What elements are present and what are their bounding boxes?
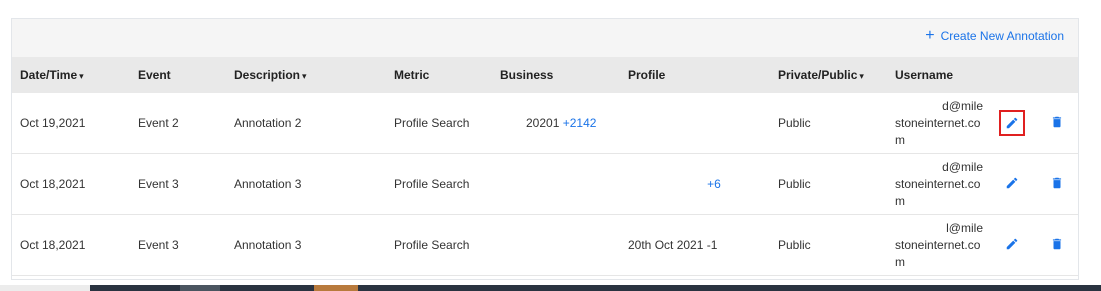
cell-privacy: Public [770, 153, 887, 215]
cell-profile: +6 [620, 153, 770, 215]
cell-username: l@mile stoneinternet.co m [887, 214, 990, 276]
cell-privacy: Public [770, 214, 887, 276]
profile-more-link[interactable]: +6 [707, 177, 721, 191]
cell-description: Annotation 3 [226, 214, 386, 276]
col-username: Username [887, 57, 990, 93]
pencil-icon [1006, 117, 1018, 129]
edit-button[interactable] [999, 110, 1025, 136]
business-more-link[interactable]: +2142 [563, 116, 597, 130]
table-row: Oct 18,2021 Event 3 Annotation 3 Profile… [12, 214, 1078, 276]
table-header-row: Date/Time ▾ Event Description ▾ Metric Bus… [12, 57, 1078, 93]
cell-metric: Profile Search [386, 153, 492, 215]
cell-event: Event 3 [130, 214, 226, 276]
taskbar-active-tab[interactable] [314, 285, 358, 291]
col-metric: Metric [386, 57, 492, 93]
create-annotation-label: Create New Annotation [940, 29, 1064, 43]
cell-edit [990, 153, 1034, 215]
pencil-icon [1006, 238, 1018, 249]
col-event: Event [130, 57, 226, 93]
table-row: Oct 18,2021 Event 3 Annotation 3 Profile… [12, 153, 1078, 215]
edit-button[interactable] [1005, 237, 1019, 251]
cell-metric: Profile Search [386, 93, 492, 154]
cell-delete [1034, 214, 1078, 276]
cell-business [492, 153, 620, 215]
cell-event: Event 2 [130, 93, 226, 154]
delete-button[interactable] [1050, 237, 1064, 251]
col-profile: Profile [620, 57, 770, 93]
col-business: Business [492, 57, 620, 93]
taskbar-app-tab[interactable] [180, 285, 220, 291]
cell-profile: 20th Oct 2021 -1 [620, 214, 770, 276]
cell-description: Annotation 3 [226, 153, 386, 215]
trash-icon [1052, 177, 1062, 188]
sort-caret-icon: ▾ [302, 71, 307, 81]
cell-business: 20201 +2142 [492, 93, 620, 154]
create-annotation-button[interactable]: + Create New Annotation [925, 27, 1064, 44]
cell-edit [990, 93, 1034, 154]
sort-caret-icon: ▾ [79, 71, 84, 81]
col-privacy[interactable]: Private/Public ▾ [770, 57, 887, 93]
delete-button[interactable] [1050, 115, 1064, 129]
cell-privacy: Public [770, 93, 887, 154]
trash-icon [1052, 238, 1062, 249]
table-row: Oct 19,2021 Event 2 Annotation 2 Profile… [12, 93, 1078, 154]
cell-datetime: Oct 19,2021 [12, 93, 130, 154]
col-description[interactable]: Description ▾ [226, 57, 386, 93]
cell-event: Event 3 [130, 153, 226, 215]
trash-icon [1052, 116, 1062, 127]
cell-username: d@mile stoneinternet.co m [887, 93, 990, 154]
cell-description: Annotation 2 [226, 93, 386, 154]
cell-business [492, 214, 620, 276]
plus-icon: + [925, 27, 935, 44]
cell-username: d@mile stoneinternet.co m [887, 153, 990, 215]
cell-delete [1034, 153, 1078, 215]
annotations-panel: + Create New Annotation Date/Time ▾ Event… [11, 18, 1079, 280]
annotations-table: Date/Time ▾ Event Description ▾ Metric Bus… [12, 57, 1078, 276]
annotations-toolbar: + Create New Annotation [12, 19, 1078, 57]
cell-profile [620, 93, 770, 154]
cell-datetime: Oct 18,2021 [12, 153, 130, 215]
cell-edit [990, 214, 1034, 276]
col-datetime[interactable]: Date/Time ▾ [12, 57, 130, 93]
col-edit [990, 57, 1034, 93]
sort-caret-icon: ▾ [859, 71, 864, 81]
delete-button[interactable] [1050, 176, 1064, 190]
pencil-icon [1006, 177, 1018, 188]
edit-button[interactable] [1005, 176, 1019, 190]
taskbar-strip [0, 285, 1101, 291]
cell-datetime: Oct 18,2021 [12, 214, 130, 276]
col-delete [1034, 57, 1078, 93]
cell-delete [1034, 93, 1078, 154]
cell-metric: Profile Search [386, 214, 492, 276]
taskbar-gap [0, 285, 90, 291]
